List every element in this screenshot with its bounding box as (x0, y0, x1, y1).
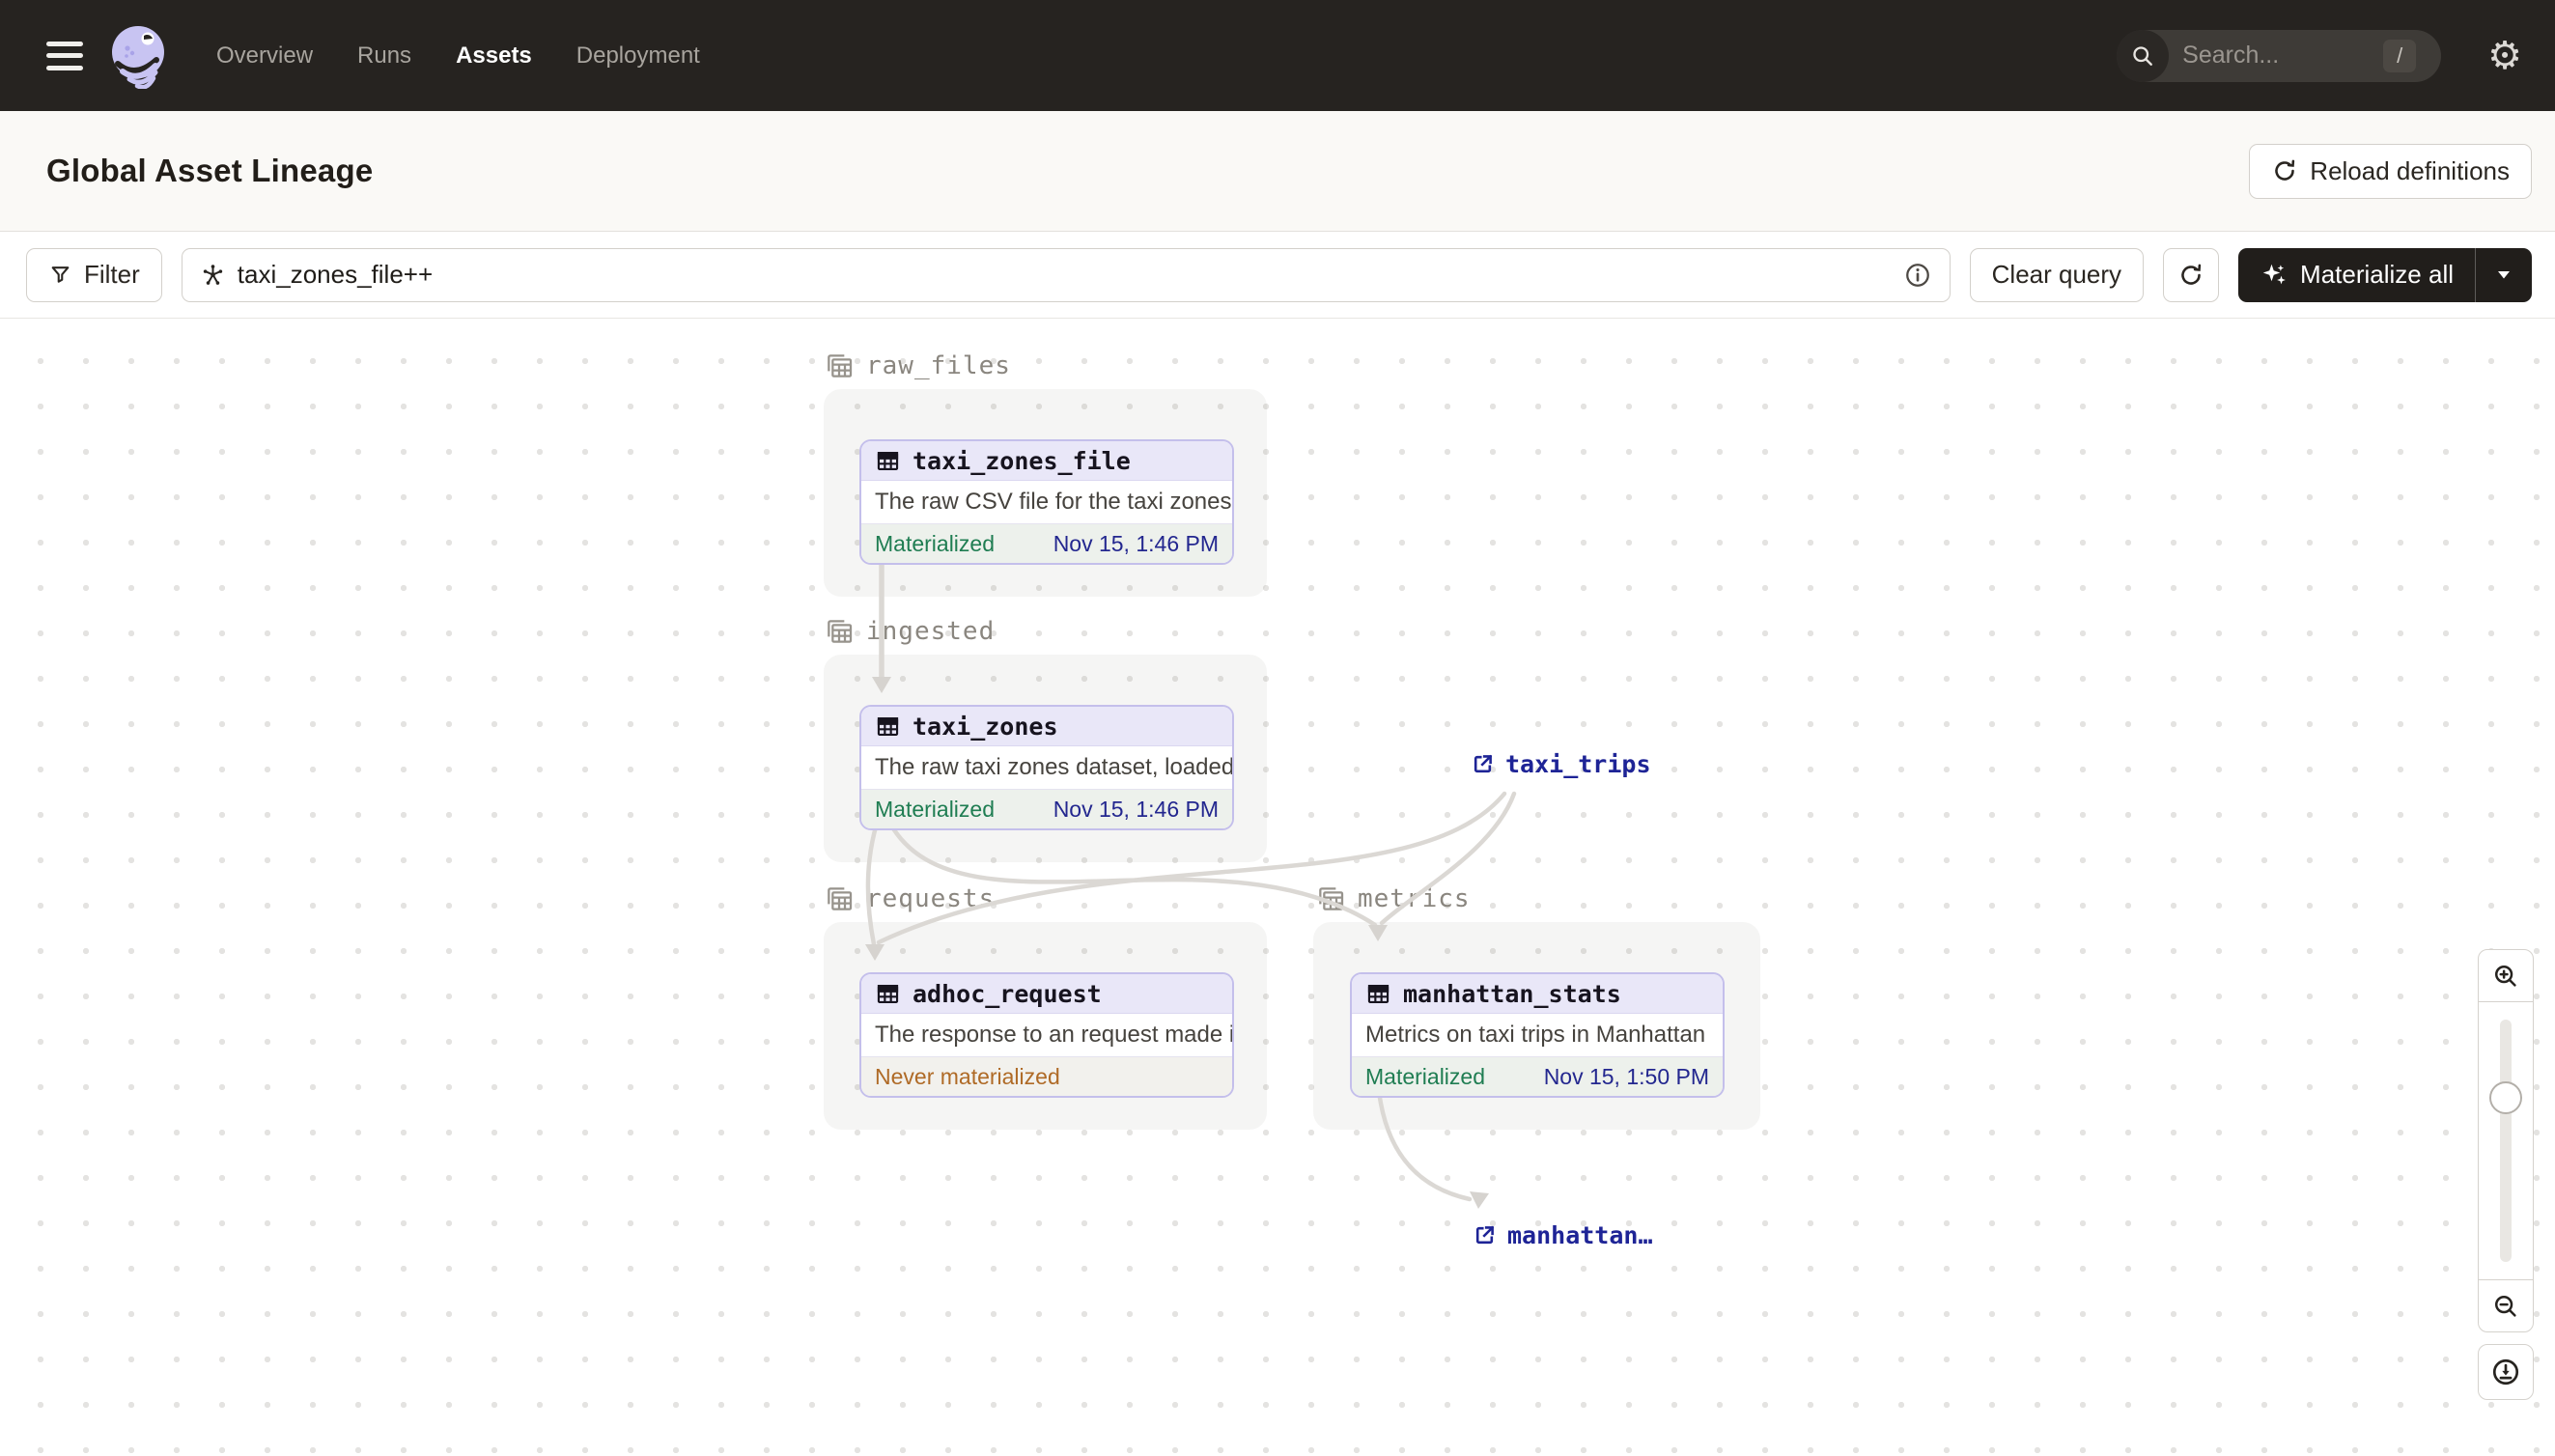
asset-node-title: taxi_zones_file (912, 446, 1131, 475)
menu-icon[interactable] (46, 41, 83, 70)
search-shortcut-badge: / (2383, 39, 2417, 72)
dagster-logo[interactable] (106, 23, 170, 89)
info-icon[interactable] (1903, 261, 1932, 290)
external-asset-taxi-trips[interactable]: taxi_trips (1470, 750, 1651, 778)
status-badge: Materialized (1365, 1063, 1485, 1089)
asset-node-title: adhoc_request (912, 979, 1102, 1008)
asset-node-taxi-zones-file[interactable]: taxi_zones_file The raw CSV file for the… (859, 439, 1234, 565)
asset-node-description: Metrics on taxi trips in Manhattan (1365, 1022, 1706, 1048)
clear-query-label: Clear query (1991, 260, 2122, 289)
lineage-edges (865, 555, 1517, 1209)
nav-runs[interactable]: Runs (357, 42, 411, 70)
reload-definitions-label: Reload definitions (2310, 155, 2510, 185)
external-asset-label: manhattan… (1507, 1221, 1653, 1249)
page-title: Global Asset Lineage (46, 153, 374, 188)
status-badge: Materialized (875, 530, 995, 556)
reload-definitions-button[interactable]: Reload definitions (2249, 143, 2532, 199)
zoom-slider[interactable] (2479, 1002, 2533, 1279)
op-selector-icon (200, 262, 226, 288)
arrow-down-circle-icon (2492, 1358, 2519, 1386)
asset-node-adhoc-request[interactable]: adhoc_request The response to an request… (859, 972, 1234, 1098)
top-navigation-bar: Overview Runs Assets Deployment / ⚙ (0, 0, 2555, 111)
asset-node-description: The response to an request made in th... (875, 1022, 1232, 1048)
asset-node-title: taxi_zones (912, 712, 1058, 741)
filter-button[interactable]: Filter (26, 247, 162, 302)
table-icon (877, 451, 899, 470)
materialize-all-button[interactable]: Materialize all (2238, 248, 2475, 302)
page-header: Global Asset Lineage Reload definitions (0, 111, 2555, 232)
asset-selection-input-box[interactable] (181, 247, 1951, 302)
asset-node-footer: Materialized Nov 15, 1:46 PM (861, 789, 1232, 828)
external-link-icon (1474, 754, 1493, 773)
lineage-graph-canvas[interactable]: raw_files ingested requests metrics taxi… (0, 319, 2555, 1456)
nav-deployment[interactable]: Deployment (576, 42, 700, 70)
filter-label: Filter (84, 260, 140, 289)
lineage-toolbar: Filter Clear query (0, 232, 2555, 319)
asset-node-manhattan-stats[interactable]: manhattan_stats Metrics on taxi trips in… (1350, 972, 1725, 1098)
materialize-all-split-button: Materialize all (2238, 247, 2532, 302)
nav-assets[interactable]: Assets (456, 42, 532, 70)
asset-node-footer: Materialized Nov 15, 1:50 PM (1352, 1056, 1723, 1096)
status-badge: Materialized (875, 796, 995, 822)
table-icon (877, 716, 899, 736)
asset-node-header: manhattan_stats (1352, 974, 1723, 1014)
asset-node-description: The raw CSV file for the taxi zones dat.… (875, 489, 1232, 515)
zoom-controls (2478, 949, 2534, 1332)
refresh-graph-button[interactable] (2163, 247, 2220, 302)
zoom-in-icon (2494, 965, 2516, 987)
materialize-all-label: Materialize all (2300, 260, 2454, 289)
asset-node-taxi-zones[interactable]: taxi_zones The raw taxi zones dataset, l… (859, 705, 1234, 830)
nav-overview[interactable]: Overview (216, 42, 313, 70)
clear-query-button[interactable]: Clear query (1969, 247, 2145, 302)
filter-funnel-icon (48, 263, 72, 287)
search-icon (2117, 29, 2170, 82)
asset-node-footer: Materialized Nov 15, 1:46 PM (861, 523, 1232, 563)
asset-node-title: manhattan_stats (1403, 979, 1621, 1008)
asset-node-header: adhoc_request (861, 974, 1232, 1014)
asset-node-header: taxi_zones_file (861, 441, 1232, 481)
main-nav: Overview Runs Assets Deployment (216, 42, 700, 70)
search-input[interactable] (2182, 42, 2357, 70)
asset-node-description: The raw taxi zones dataset, loaded int..… (875, 754, 1232, 780)
external-asset-manhattan[interactable]: manhattan… (1472, 1221, 1653, 1249)
materialization-timestamp: Nov 15, 1:46 PM (1053, 530, 1219, 556)
recenter-graph-button[interactable] (2478, 1344, 2534, 1400)
sparkles-icon (2260, 261, 2288, 290)
external-link-icon (1475, 1225, 1495, 1245)
zoom-out-icon (2494, 1295, 2516, 1317)
status-badge: Never materialized (875, 1063, 1060, 1089)
asset-node-footer: Never materialized (861, 1056, 1232, 1096)
zoom-in-button[interactable] (2479, 950, 2533, 1002)
materialization-timestamp: Nov 15, 1:50 PM (1543, 1063, 1709, 1089)
zoom-slider-handle[interactable] (2489, 1081, 2522, 1114)
asset-selection-input[interactable] (237, 260, 1892, 290)
refresh-icon (2271, 157, 2298, 184)
global-search[interactable]: / (2117, 29, 2442, 82)
materialize-options-caret[interactable] (2476, 248, 2532, 302)
table-icon (1367, 984, 1390, 1003)
settings-gear-icon[interactable]: ⚙ (2487, 37, 2522, 75)
refresh-icon (2177, 262, 2204, 289)
asset-node-header: taxi_zones (861, 707, 1232, 746)
zoom-slider-track (2500, 1020, 2512, 1262)
external-asset-label: taxi_trips (1505, 750, 1651, 778)
table-icon (877, 984, 899, 1003)
zoom-out-button[interactable] (2479, 1279, 2533, 1331)
materialization-timestamp: Nov 15, 1:46 PM (1053, 796, 1219, 822)
